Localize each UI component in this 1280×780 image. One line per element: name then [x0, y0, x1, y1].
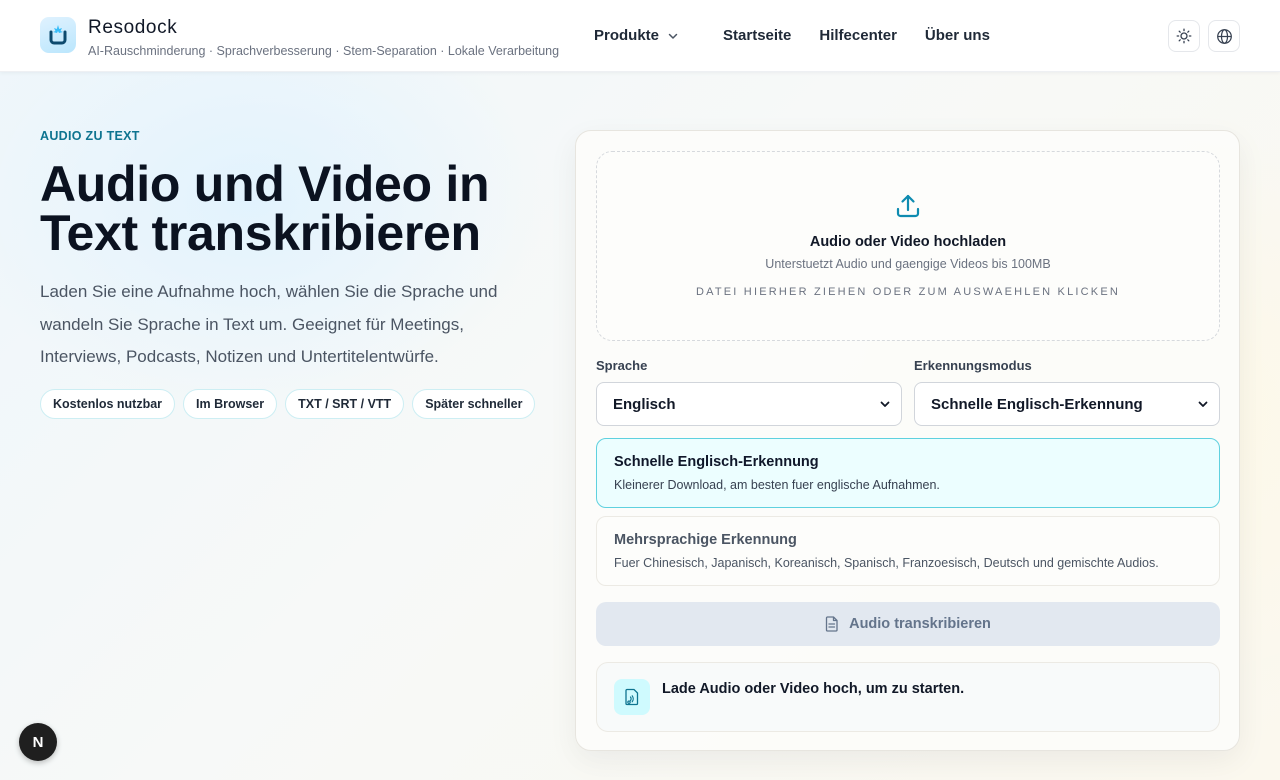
main-nav: Produkte Startseite Hilfecenter Über uns — [594, 26, 990, 46]
option-description: Fuer Chinesisch, Japanisch, Koreanisch, … — [614, 556, 1159, 570]
nav-home[interactable]: Startseite — [723, 26, 791, 46]
chip-formats: TXT / SRT / VTT — [285, 389, 405, 419]
n-badge-button[interactable]: N — [19, 723, 57, 761]
upload-title: Audio oder Video hochladen — [809, 234, 1007, 250]
sun-icon — [1176, 28, 1192, 44]
status-message: Lade Audio oder Video hoch, um zu starte… — [662, 681, 965, 697]
transcribe-button[interactable]: Audio transkribieren — [596, 602, 1220, 646]
mode-select-value: Schnelle Englisch-Erkennung — [931, 395, 1143, 413]
page-title-line-2: Text transkribieren — [40, 205, 481, 261]
language-label: Sprache — [596, 358, 648, 373]
nav-products[interactable]: Produkte — [594, 26, 679, 46]
page-title: Audio und Video in Text transkribieren — [40, 159, 560, 261]
option-title: Schnelle Englisch-Erkennung — [614, 454, 819, 470]
mode-label: Erkennungsmodus — [914, 358, 1032, 373]
language-select[interactable]: Englisch — [596, 382, 902, 426]
brand-logo-icon — [40, 17, 76, 53]
option-multilingual[interactable]: Mehrsprachige Erkennung Fuer Chinesisch,… — [596, 516, 1220, 586]
document-icon — [825, 616, 838, 632]
chip-browser: Im Browser — [183, 389, 278, 419]
hero-description: Laden Sie eine Aufnahme hoch, wählen Sie… — [40, 282, 498, 366]
upload-subtitle: Unterstuetzt Audio und gaengige Videos b… — [765, 257, 1051, 271]
brand-tagline: AI-Rauschminderung · Sprachverbesserung … — [88, 44, 560, 58]
page-title-line-1: Audio und Video in — [40, 156, 490, 212]
chevron-down-icon — [668, 33, 678, 39]
recognition-mode-select[interactable]: Schnelle Englisch-Erkennung — [914, 382, 1220, 426]
feature-chips: Kostenlos nutzbar Im Browser TXT / SRT /… — [40, 389, 543, 419]
audio-file-icon — [614, 679, 650, 715]
nav-about[interactable]: Über uns — [925, 26, 990, 46]
transcribe-button-label: Audio transkribieren — [849, 616, 991, 632]
nav-help-center[interactable]: Hilfecenter — [819, 26, 897, 46]
transcription-card: Audio oder Video hochladen Unterstuetzt … — [575, 130, 1240, 751]
option-fast-english[interactable]: Schnelle Englisch-Erkennung Kleinerer Do… — [596, 438, 1220, 508]
eyebrow-label: AUDIO ZU TEXT — [40, 129, 140, 143]
option-title: Mehrsprachige Erkennung — [614, 532, 797, 548]
brand[interactable]: Resodock AI-Rauschminderung · Sprachverb… — [40, 17, 559, 59]
upload-icon — [896, 194, 920, 218]
chevron-down-icon — [880, 401, 890, 407]
upload-hint: DATEI HIERHER ZIEHEN ODER ZUM AUSWAEHLEN… — [695, 286, 1121, 298]
theme-toggle-button[interactable] — [1168, 20, 1200, 52]
globe-icon — [1216, 28, 1232, 44]
language-select-value: Englisch — [613, 395, 676, 413]
chip-faster: Später schneller — [412, 389, 536, 419]
language-button[interactable] — [1208, 20, 1240, 52]
option-description: Kleinerer Download, am besten fuer engli… — [614, 478, 940, 492]
chevron-down-icon — [1198, 401, 1208, 407]
chip-free: Kostenlos nutzbar — [40, 389, 176, 419]
upload-dropzone[interactable]: Audio oder Video hochladen Unterstuetzt … — [596, 151, 1220, 341]
top-header: Resodock AI-Rauschminderung · Sprachverb… — [0, 0, 1280, 72]
status-box: Lade Audio oder Video hoch, um zu starte… — [596, 662, 1220, 732]
nav-products-label: Produkte — [594, 27, 660, 44]
brand-name: Resodock — [88, 17, 178, 38]
